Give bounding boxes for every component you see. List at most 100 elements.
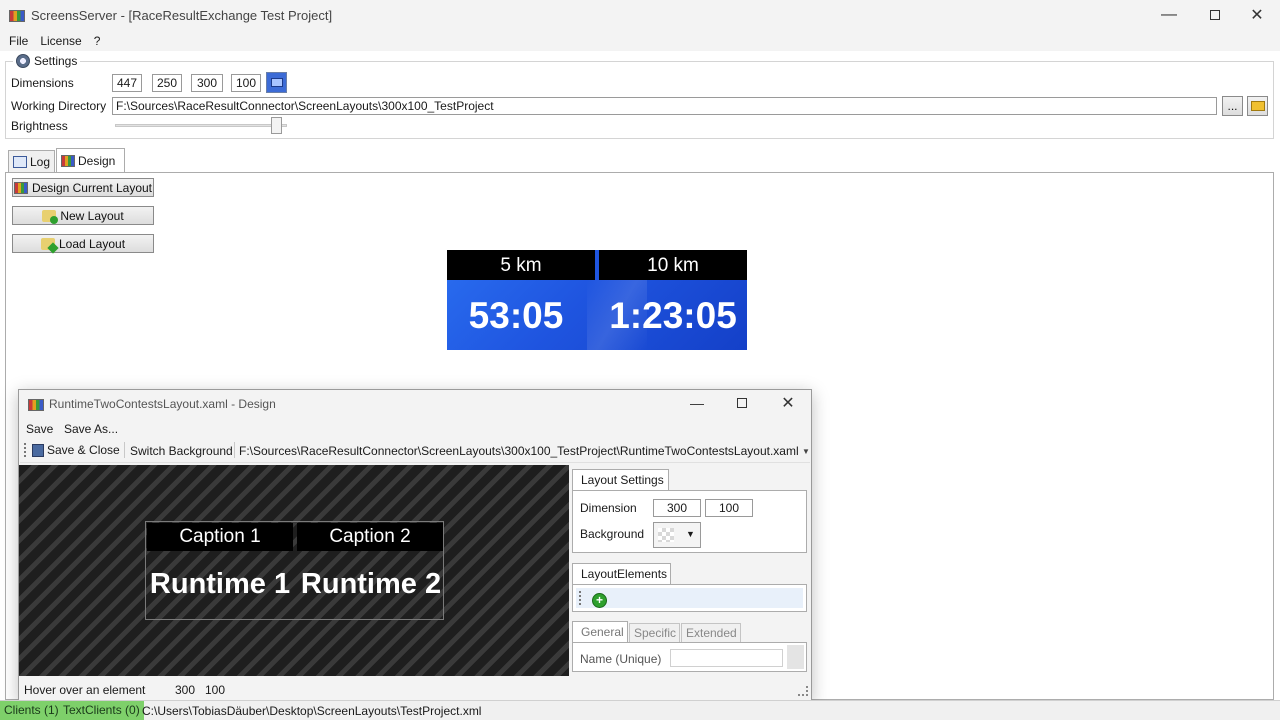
- dimension-x-input[interactable]: 447: [112, 74, 142, 92]
- apply-dimensions-button[interactable]: [266, 72, 287, 93]
- tab-specific[interactable]: Specific: [629, 623, 680, 643]
- toolbar-separator: [124, 442, 125, 458]
- canvas-runtime-1[interactable]: Runtime 1: [146, 568, 294, 601]
- preview-runtime-2: 1:23:05: [609, 295, 737, 336]
- layout-width-input[interactable]: 300: [653, 499, 701, 517]
- preview-runtime-1: 53:05: [468, 295, 564, 336]
- maximize-button[interactable]: [1192, 0, 1238, 30]
- design-current-layout-label: Design Current Layout: [31, 180, 153, 195]
- design-window-icon: [28, 399, 44, 411]
- design-menu-save[interactable]: Save: [26, 422, 53, 436]
- minimize-button[interactable]: —: [1146, 0, 1192, 30]
- layout-elements-tab[interactable]: LayoutElements: [572, 563, 671, 585]
- design-status-bar: Hover over an element 300 100: [20, 678, 810, 700]
- save-close-label: Save & Close: [47, 443, 120, 457]
- tab-log-label: Log: [29, 154, 50, 169]
- title-bar: ScreensServer - [RaceResultExchange Test…: [0, 0, 1280, 31]
- textclients-status: TextClients (0): [59, 701, 144, 720]
- clients-status: Clients (1): [0, 701, 63, 720]
- preview-caption-2: 10 km: [647, 255, 699, 276]
- browse-button[interactable]: ...: [1222, 96, 1243, 116]
- slider-track: [115, 124, 287, 127]
- save-close-button[interactable]: Save & Close: [32, 441, 120, 459]
- design-minimize-button[interactable]: —: [674, 388, 720, 418]
- menu-file[interactable]: File: [1, 31, 36, 51]
- layout-elements-toolbar: +: [576, 588, 803, 608]
- preview-caption-1: 5 km: [500, 255, 542, 276]
- element-properties-panel: Name (Unique): [572, 642, 807, 672]
- name-unique-label: Name (Unique): [580, 652, 662, 666]
- dimension-height-input[interactable]: 100: [231, 74, 261, 92]
- design-window-title: RuntimeTwoContestsLayout.xaml - Design: [49, 397, 276, 411]
- properties-scrollbar[interactable]: [787, 645, 804, 669]
- open-folder-button[interactable]: [1247, 96, 1268, 116]
- canvas-layout-frame[interactable]: Caption 1 Caption 2 Runtime 1 Runtime 2: [145, 521, 444, 620]
- canvas-caption-1[interactable]: Caption 1: [147, 523, 293, 551]
- gear-icon: [16, 54, 30, 68]
- background-label: Background: [580, 527, 645, 541]
- brightness-slider[interactable]: [115, 117, 290, 135]
- log-icon: [13, 155, 27, 168]
- new-layout-label: New Layout: [60, 208, 124, 223]
- toolbar-separator: [234, 442, 235, 458]
- tab-extended[interactable]: Extended: [681, 623, 741, 643]
- folder-icon: [1250, 101, 1265, 111]
- working-directory-label: Working Directory: [11, 99, 107, 113]
- dimension-y-input[interactable]: 250: [152, 74, 182, 92]
- dimensions-label: Dimensions: [11, 76, 74, 90]
- toolbar-overflow-icon[interactable]: ▼: [802, 447, 810, 456]
- working-directory-input[interactable]: F:\Sources\RaceResultConnector\ScreenLay…: [112, 97, 1217, 115]
- menu-bar: File License ?: [0, 31, 1280, 51]
- background-picker[interactable]: ▼: [653, 522, 701, 548]
- layout-settings-tab[interactable]: Layout Settings: [572, 469, 669, 491]
- tab-general[interactable]: General: [572, 621, 628, 643]
- design-window: RuntimeTwoContestsLayout.xaml - Design —…: [18, 389, 812, 701]
- settings-label: Settings: [34, 54, 78, 68]
- add-element-icon[interactable]: +: [592, 593, 607, 608]
- design-menu-save-as[interactable]: Save As...: [64, 422, 118, 436]
- design-canvas[interactable]: Caption 1 Caption 2 Runtime 1 Runtime 2: [19, 465, 569, 676]
- design-icon: [13, 181, 28, 194]
- canvas-runtime-2[interactable]: Runtime 2: [297, 568, 445, 601]
- settings-header: Settings: [13, 54, 81, 68]
- load-layout-label: Load Layout: [58, 236, 126, 251]
- new-layout-button[interactable]: New Layout: [12, 206, 154, 225]
- load-layout-icon: [40, 237, 59, 254]
- window-title: ScreensServer - [RaceResultExchange Test…: [31, 8, 333, 23]
- tab-design[interactable]: Design: [56, 148, 125, 172]
- layout-preview: 5 km 10 km 53:05 1:23:05: [447, 250, 747, 350]
- dimension-label: Dimension: [580, 501, 637, 515]
- tab-log[interactable]: Log: [8, 150, 55, 172]
- menu-license[interactable]: License: [36, 31, 89, 51]
- new-layout-icon: [42, 209, 59, 224]
- design-maximize-button[interactable]: [719, 388, 765, 418]
- slider-thumb[interactable]: [271, 117, 282, 134]
- close-button[interactable]: ✕: [1234, 0, 1280, 30]
- resize-grip-icon[interactable]: [798, 686, 808, 696]
- chevron-down-icon: ▼: [686, 529, 695, 539]
- app-icon: [9, 10, 25, 22]
- layout-height-input[interactable]: 100: [705, 499, 753, 517]
- canvas-caption-2[interactable]: Caption 2: [297, 523, 443, 551]
- menu-help[interactable]: ?: [90, 31, 109, 51]
- hover-status: Hover over an element: [24, 683, 146, 697]
- dimension-width-input[interactable]: 300: [191, 74, 223, 92]
- design-toolbar: Save & Close Switch Background F:\Source…: [20, 439, 810, 463]
- project-file-path: C:\Users\TobiasDäuber\Desktop\ScreenLayo…: [142, 704, 482, 718]
- main-status-bar: Clients (1) TextClients (0) C:\Users\Tob…: [0, 700, 1280, 720]
- monitor-icon: [270, 78, 283, 87]
- design-current-layout-button[interactable]: Design Current Layout: [12, 178, 154, 197]
- layout-settings-panel: Dimension 300 100 Background ▼: [572, 490, 807, 553]
- status-height: 100: [205, 683, 226, 697]
- name-unique-input[interactable]: [670, 649, 783, 667]
- transparent-swatch-icon: [658, 528, 674, 542]
- toolbar-grip: [579, 591, 581, 605]
- toolbar-grip: [24, 443, 26, 457]
- load-layout-button[interactable]: Load Layout: [12, 234, 154, 254]
- status-width: 300: [175, 683, 196, 697]
- switch-background-button[interactable]: Switch Background: [130, 444, 233, 458]
- design-icon: [61, 154, 75, 167]
- layout-elements-panel: +: [572, 584, 807, 612]
- tab-design-label: Design: [78, 153, 116, 168]
- design-close-button[interactable]: ✕: [765, 388, 811, 418]
